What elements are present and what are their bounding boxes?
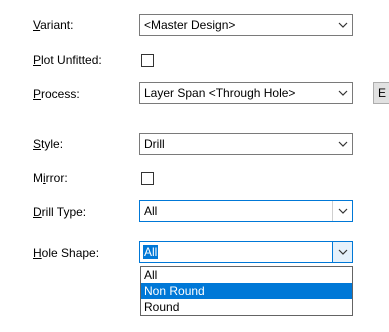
mirror-label: Mirror:: [33, 171, 68, 185]
drill-type-select[interactable]: All: [139, 200, 353, 222]
variant-value: <Master Design>: [144, 18, 236, 32]
hole-shape-select[interactable]: All: [139, 241, 353, 263]
style-label: Style:: [33, 137, 64, 151]
style-select[interactable]: Drill: [139, 133, 353, 155]
dropdown-option-all[interactable]: All: [141, 267, 352, 283]
process-value: Layer Span <Through Hole>: [144, 86, 296, 100]
plot-unfitted-label: Plot Unfitted:: [33, 53, 102, 67]
hole-shape-value: All: [143, 245, 159, 259]
hole-shape-label: Hole Shape:: [33, 246, 100, 260]
chevron-down-icon[interactable]: [332, 201, 352, 221]
chevron-down-icon[interactable]: [333, 134, 352, 154]
chevron-down-icon[interactable]: [333, 15, 352, 35]
dropdown-option-round[interactable]: Round: [141, 299, 352, 315]
process-label: Process:: [33, 87, 80, 101]
drill-type-value: All: [144, 204, 158, 218]
properties-panel: Variant: <Master Design> Plot Unfitted: …: [0, 0, 389, 332]
drill-type-label: Drill Type:: [33, 205, 87, 219]
process-edit-button[interactable]: E: [373, 82, 389, 104]
variant-label: Variant:: [33, 18, 74, 32]
hole-shape-dropdown-list[interactable]: All Non Round Round: [140, 266, 353, 316]
variant-select[interactable]: <Master Design>: [139, 14, 353, 36]
dropdown-option-non-round[interactable]: Non Round: [141, 283, 352, 299]
chevron-down-icon[interactable]: [333, 83, 352, 103]
plot-unfitted-checkbox[interactable]: [141, 54, 154, 67]
chevron-down-icon[interactable]: [332, 242, 352, 262]
process-select[interactable]: Layer Span <Through Hole>: [139, 82, 353, 104]
mirror-checkbox[interactable]: [141, 172, 154, 185]
style-value: Drill: [144, 137, 165, 151]
